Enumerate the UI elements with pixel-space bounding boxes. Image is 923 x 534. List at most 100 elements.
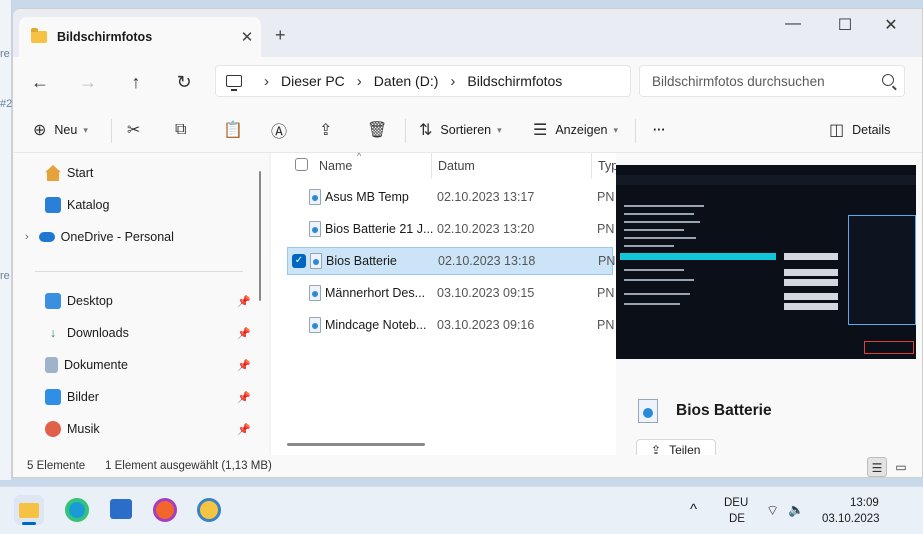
file-list: Name ^ Datum Typ Asus MB Temp 02.10.2023… bbox=[271, 151, 618, 455]
sidebar-scrollbar[interactable] bbox=[259, 171, 261, 301]
minimize-button[interactable]: — bbox=[773, 15, 813, 33]
music-icon bbox=[45, 421, 61, 437]
column-divider[interactable] bbox=[431, 153, 432, 179]
divider bbox=[405, 119, 406, 143]
volume-icon[interactable]: 🔈 bbox=[788, 502, 804, 518]
preview-text-line bbox=[624, 245, 674, 247]
file-type: PN bbox=[597, 318, 615, 332]
breadcrumb-this-pc[interactable]: Dieser PC bbox=[281, 73, 345, 89]
table-row[interactable]: Asus MB Temp 02.10.2023 13:17 PN bbox=[287, 183, 614, 211]
file-name: Bios Batterie bbox=[326, 254, 397, 268]
rename-icon: Ⓐ bbox=[271, 124, 288, 141]
preview-highlight-row bbox=[620, 253, 776, 260]
copy-button[interactable]: ⧉ bbox=[175, 107, 194, 153]
close-window-button[interactable]: ✕ bbox=[871, 15, 911, 35]
new-button[interactable]: ⊕ Neu ▾ bbox=[33, 107, 88, 153]
file-date: 03.10.2023 09:15 bbox=[437, 286, 535, 300]
document-icon bbox=[45, 357, 58, 373]
preview-value-box bbox=[784, 269, 838, 276]
sidebar-item-start[interactable]: Start bbox=[45, 161, 93, 185]
details-view-button[interactable]: ☰ bbox=[867, 457, 887, 477]
select-all-checkbox[interactable] bbox=[295, 158, 308, 171]
chevron-down-icon: ▾ bbox=[497, 124, 502, 135]
tab-bildschirmfotos[interactable]: Bildschirmfotos ✕ bbox=[19, 17, 261, 57]
column-header-date[interactable]: Datum bbox=[438, 159, 475, 173]
details-button[interactable]: ◫ Details bbox=[829, 107, 890, 153]
sidebar-item-label: Musik bbox=[67, 422, 100, 436]
file-type: PN bbox=[598, 254, 616, 268]
sidebar-item-label: Dokumente bbox=[64, 358, 128, 372]
firefox-taskbar-button[interactable] bbox=[150, 495, 180, 525]
maximize-button[interactable]: ☐ bbox=[825, 15, 865, 35]
sidebar-item-desktop[interactable]: Desktop bbox=[45, 289, 113, 313]
tray-overflow-chevron-icon[interactable]: ^ bbox=[690, 501, 697, 518]
delete-button[interactable]: 🗑 bbox=[367, 107, 395, 153]
new-label: Neu bbox=[54, 123, 78, 137]
table-row[interactable]: Bios Batterie 21 J... 02.10.2023 13:20 P… bbox=[287, 215, 614, 243]
table-row[interactable]: Männerhort Des... 03.10.2023 09:15 PN bbox=[287, 279, 615, 307]
sidebar-item-bilder[interactable]: Bilder bbox=[45, 385, 99, 409]
rename-button[interactable]: Ⓐ bbox=[271, 107, 295, 153]
pin-icon[interactable]: 📌 bbox=[237, 391, 251, 404]
pin-icon[interactable]: 📌 bbox=[237, 359, 251, 372]
sidebar-item-downloads[interactable]: ↓ Downloads bbox=[45, 321, 129, 345]
share-icon: ⇪ bbox=[319, 122, 333, 139]
tiles-view-button[interactable]: ▭ bbox=[891, 457, 911, 477]
tab-close-icon[interactable]: ✕ bbox=[233, 28, 261, 46]
pin-icon[interactable]: 📌 bbox=[237, 327, 251, 340]
trash-icon: 🗑 bbox=[367, 122, 388, 139]
preview-value-box bbox=[784, 279, 838, 286]
pin-icon[interactable]: 📌 bbox=[237, 423, 251, 436]
more-options-button[interactable]: ··· bbox=[653, 107, 666, 153]
table-row-selected[interactable]: ✓ Bios Batterie 02.10.2023 13:18 PN bbox=[287, 247, 616, 275]
clock-time[interactable]: 13:09 bbox=[850, 497, 879, 509]
divider bbox=[111, 119, 112, 143]
image-file-icon bbox=[309, 189, 321, 205]
explorer-taskbar-button[interactable] bbox=[14, 495, 44, 525]
preview-text-line bbox=[624, 303, 680, 305]
breadcrumb[interactable]: › Dieser PC › Daten (D:) › Bildschirmfot… bbox=[215, 65, 631, 97]
sidebar-item-katalog[interactable]: Katalog bbox=[45, 193, 109, 217]
store-taskbar-button[interactable] bbox=[106, 495, 136, 525]
edge-taskbar-button[interactable] bbox=[62, 495, 92, 525]
folder-icon bbox=[19, 503, 39, 518]
sidebar-item-dokumente[interactable]: Dokumente bbox=[45, 353, 128, 377]
refresh-button[interactable]: ↻ bbox=[169, 57, 199, 107]
view-button[interactable]: ☰ Anzeigen ▾ bbox=[533, 107, 618, 153]
column-divider[interactable] bbox=[591, 153, 592, 179]
column-header-name[interactable]: Name bbox=[319, 159, 352, 173]
sidebar-item-onedrive[interactable]: › OneDrive - Personal bbox=[25, 225, 174, 249]
search-placeholder: Bildschirmfotos durchsuchen bbox=[652, 73, 825, 89]
table-row[interactable]: Mindcage Noteb... 03.10.2023 09:16 PN bbox=[287, 311, 615, 339]
sort-button[interactable]: ⇅ Sortieren ▾ bbox=[419, 107, 502, 153]
home-icon bbox=[45, 165, 61, 181]
app-taskbar-button[interactable] bbox=[194, 495, 224, 525]
sidebar-item-musik[interactable]: Musik bbox=[45, 417, 100, 441]
new-tab-button[interactable]: + bbox=[275, 25, 286, 46]
share-button[interactable]: ⇪ bbox=[319, 107, 340, 153]
sidebar-item-label: Downloads bbox=[67, 326, 129, 340]
breadcrumb-drive[interactable]: Daten (D:) bbox=[374, 73, 439, 89]
paste-button[interactable]: 📋 bbox=[223, 107, 251, 153]
back-button[interactable]: ← bbox=[25, 57, 55, 107]
breadcrumb-folder[interactable]: Bildschirmfotos bbox=[467, 73, 562, 89]
search-input[interactable]: Bildschirmfotos durchsuchen bbox=[639, 65, 905, 97]
details-pane-icon: ◫ bbox=[829, 122, 845, 139]
store-icon bbox=[110, 499, 132, 519]
up-button[interactable]: ↑ bbox=[121, 57, 151, 107]
breadcrumb-separator: › bbox=[356, 72, 362, 90]
pin-icon[interactable]: 📌 bbox=[237, 295, 251, 308]
horizontal-scrollbar[interactable] bbox=[287, 443, 425, 446]
chevron-down-icon: ▾ bbox=[83, 124, 88, 135]
wifi-icon[interactable]: ⌔ bbox=[766, 502, 779, 520]
language-indicator-line2[interactable]: DE bbox=[729, 513, 745, 525]
taskbar: ^ DEU DE ⌔ 🔈 13:09 03.10.2023 bbox=[0, 486, 923, 534]
settings-sun-icon bbox=[197, 498, 221, 522]
forward-button[interactable]: → bbox=[73, 57, 103, 107]
file-date: 02.10.2023 13:17 bbox=[437, 190, 535, 204]
row-checkbox-checked[interactable]: ✓ bbox=[292, 254, 306, 268]
cut-button[interactable]: ✂ bbox=[127, 107, 148, 153]
language-indicator-line1[interactable]: DEU bbox=[724, 497, 748, 509]
file-type: PN bbox=[597, 286, 615, 300]
clock-date[interactable]: 03.10.2023 bbox=[822, 513, 880, 525]
